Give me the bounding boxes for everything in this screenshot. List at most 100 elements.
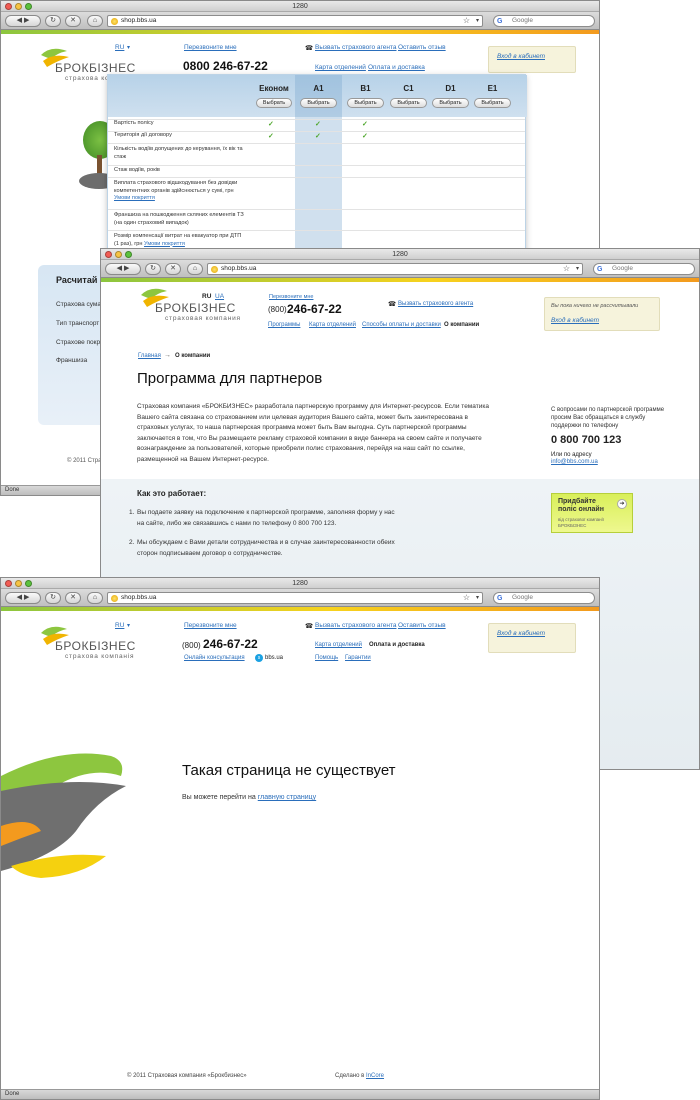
- row-label: Територія дії договору: [114, 132, 172, 138]
- callback-link[interactable]: Перезвоните мне: [184, 44, 237, 51]
- select-plan-button[interactable]: Выбрать: [347, 98, 384, 108]
- back-forward-icon[interactable]: ◀ ▶: [105, 263, 141, 275]
- feedback-link[interactable]: Оставить отзыв: [398, 44, 446, 51]
- banner-title: Придбайте поліс онлайн: [558, 498, 604, 513]
- reload-icon[interactable]: ↻: [45, 15, 61, 27]
- window-title: 1280: [292, 580, 308, 587]
- stop-icon[interactable]: ✕: [65, 15, 81, 27]
- cabinet-box: Вы пока ничего не рассчитывали Вход в ка…: [544, 297, 660, 331]
- home-page-link[interactable]: главную страницу: [258, 794, 316, 801]
- help-link[interactable]: Помощь: [315, 655, 338, 661]
- lang-ua[interactable]: UA: [215, 293, 224, 300]
- coverage-terms-link[interactable]: Умови покриття: [114, 195, 155, 201]
- back-forward-icon[interactable]: ◀ ▶: [5, 15, 41, 27]
- branches-map-link[interactable]: Карта отделений: [315, 64, 366, 71]
- stop-icon[interactable]: ✕: [165, 263, 181, 275]
- url-dropdown-icon[interactable]: ▾: [476, 16, 479, 26]
- call-agent-link[interactable]: Вызвать страхового агента: [315, 622, 396, 629]
- google-icon: G: [497, 18, 503, 25]
- select-plan-button[interactable]: Выбрать: [255, 98, 293, 108]
- call-agent-link[interactable]: Вызвать страхового агента: [315, 44, 396, 51]
- phone-code: (800): [268, 305, 287, 314]
- lang-ru[interactable]: RU: [115, 44, 124, 51]
- check-icon: ✓: [315, 133, 321, 140]
- home-icon[interactable]: ⌂: [187, 263, 203, 275]
- callback-link[interactable]: Перезвоните мне: [184, 622, 237, 629]
- skype-icon: s: [255, 654, 263, 662]
- online-consult-link[interactable]: Онлайн консультация: [184, 655, 245, 661]
- phone-number: 0800 246-67-22: [183, 59, 268, 73]
- url-text: shop.bbs.ua: [121, 17, 157, 24]
- url-bar[interactable]: shop.bbs.ua ☆ ▾: [107, 15, 483, 27]
- select-plan-button[interactable]: Выбрать: [432, 98, 469, 108]
- minimize-window-icon[interactable]: [115, 251, 122, 258]
- minimize-window-icon[interactable]: [15, 580, 22, 587]
- logo[interactable]: БРОКБІЗНЕС страховая компания: [139, 287, 241, 322]
- bookmark-star-icon[interactable]: ☆: [563, 264, 570, 274]
- calc-item[interactable]: Страхове покр: [56, 339, 100, 346]
- search-bar[interactable]: G Google: [593, 263, 695, 275]
- lang-ru[interactable]: RU: [115, 622, 124, 629]
- select-plan-button[interactable]: Выбрать: [474, 98, 511, 108]
- select-plan-button[interactable]: Выбрать: [390, 98, 427, 108]
- cabinet-box: Вход в кабинет: [488, 46, 576, 73]
- reload-icon[interactable]: ↻: [145, 263, 161, 275]
- payment-delivery-link[interactable]: Оплата и доставка: [368, 64, 425, 71]
- call-agent-link[interactable]: Вызвать страхового агента: [398, 301, 473, 307]
- zoom-window-icon[interactable]: [125, 251, 132, 258]
- back-forward-icon[interactable]: ◀ ▶: [5, 592, 41, 604]
- logo[interactable]: БРОКБІЗНЕС страхова компанія: [39, 625, 136, 660]
- close-window-icon[interactable]: [5, 580, 12, 587]
- guarantee-link[interactable]: Гарантии: [345, 655, 371, 661]
- search-placeholder: Google: [512, 17, 533, 24]
- lang-ru[interactable]: RU: [202, 293, 211, 300]
- zoom-window-icon[interactable]: [25, 580, 32, 587]
- search-bar[interactable]: G Google: [493, 592, 595, 604]
- lang-dropdown-icon[interactable]: ▾: [127, 44, 130, 51]
- calc-item[interactable]: Страхова сума: [56, 301, 101, 308]
- breadcrumb-home[interactable]: Главная: [138, 353, 161, 359]
- close-window-icon[interactable]: [5, 3, 12, 10]
- google-icon: G: [597, 266, 603, 273]
- nav-active-item: О компании: [444, 322, 480, 328]
- close-window-icon[interactable]: [105, 251, 112, 258]
- callback-link[interactable]: Перезвоните мне: [269, 294, 313, 300]
- branches-map-link[interactable]: Карта отделений: [315, 642, 362, 648]
- bookmark-star-icon[interactable]: ☆: [463, 16, 470, 26]
- cabinet-login-link[interactable]: Вход в кабинет: [497, 53, 545, 60]
- favicon-icon: [111, 18, 118, 25]
- url-dropdown-icon[interactable]: ▾: [476, 593, 479, 603]
- lang-dropdown-icon[interactable]: ▾: [127, 622, 130, 629]
- select-plan-button[interactable]: Выбрать: [300, 98, 337, 108]
- plan-name: A1: [313, 84, 324, 93]
- coverage-terms-link[interactable]: Умови покриття: [144, 241, 185, 247]
- url-dropdown-icon[interactable]: ▾: [576, 264, 579, 274]
- minimize-window-icon[interactable]: [15, 3, 22, 10]
- calc-item[interactable]: Тип транспорт: [56, 320, 99, 327]
- url-bar[interactable]: shop.bbs.ua ☆ ▾: [207, 263, 583, 275]
- feedback-link[interactable]: Оставить отзыв: [398, 622, 446, 629]
- nav-link[interactable]: Способы оплаты и доставки: [362, 322, 441, 328]
- incore-link[interactable]: InCore: [366, 1073, 384, 1079]
- bookmark-star-icon[interactable]: ☆: [463, 593, 470, 603]
- zoom-window-icon[interactable]: [25, 3, 32, 10]
- partner-banner[interactable]: Придбайте поліс онлайн ➔ від страхової к…: [551, 493, 633, 533]
- cabinet-login-link[interactable]: Вход в кабинет: [551, 317, 599, 324]
- calc-item[interactable]: Франшиза: [56, 357, 87, 364]
- table-row: Територія дії договору ✓ ✓ ✓: [108, 131, 525, 143]
- table-row: Виплата страхового відшкодування без дов…: [108, 177, 525, 209]
- list-item: 2. Мы обсуждаем с Вами детали сотрудниче…: [129, 537, 399, 559]
- stop-icon[interactable]: ✕: [65, 592, 81, 604]
- home-icon[interactable]: ⌂: [87, 15, 103, 27]
- nav-link[interactable]: Программы: [268, 322, 300, 328]
- url-bar[interactable]: shop.bbs.ua ☆ ▾: [107, 592, 483, 604]
- cabinet-login-link[interactable]: Вход в кабинет: [497, 630, 545, 637]
- nav-link[interactable]: Карта отделений: [309, 322, 356, 328]
- search-bar[interactable]: G Google: [493, 15, 595, 27]
- contact-email-link[interactable]: info@bbs.com.ua: [551, 459, 598, 465]
- url-text: shop.bbs.ua: [121, 594, 157, 601]
- google-icon: G: [497, 595, 503, 602]
- reload-icon[interactable]: ↻: [45, 592, 61, 604]
- home-icon[interactable]: ⌂: [87, 592, 103, 604]
- table-row: Кількість водіїв допущених до керування,…: [108, 143, 525, 165]
